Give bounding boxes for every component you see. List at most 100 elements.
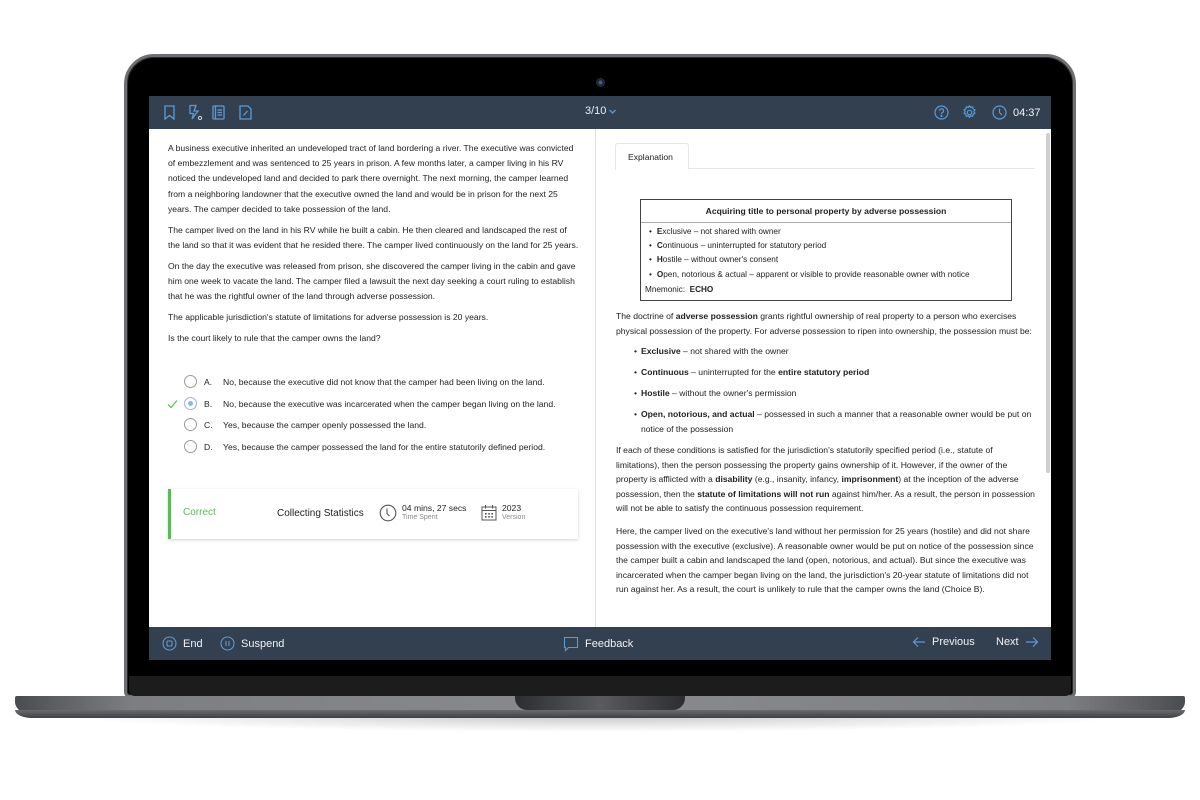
element-desc: – uninterrupted for the bbox=[688, 367, 779, 378]
answer-choice-d[interactable]: D. Yes, because the camper possessed the… bbox=[167, 439, 587, 455]
calendar-icon bbox=[481, 505, 497, 521]
question-counter: 3/10 bbox=[585, 105, 607, 117]
help-icon[interactable] bbox=[933, 104, 950, 121]
feedback-label: Feedback bbox=[585, 638, 634, 650]
radio-button-selected[interactable] bbox=[184, 396, 197, 410]
question-prompt: Is the court likely to rule that the cam… bbox=[168, 332, 381, 343]
bold-text: statute of limitations will not run bbox=[697, 488, 830, 499]
question-panel: A business executive inherited an undeve… bbox=[149, 129, 596, 627]
summary-table: Acquiring title to personal property by … bbox=[640, 199, 1012, 302]
element-term: Open, notorious, and actual bbox=[641, 409, 755, 420]
explanation-panel: Explanation Acquiring title to personal … bbox=[597, 129, 1051, 627]
answer-choice-c[interactable]: C. Yes, because the camper openly posses… bbox=[167, 418, 587, 433]
result-card: Correct Collecting Statistics 04 mins, 2… bbox=[168, 489, 578, 539]
laptop-chin bbox=[129, 676, 1071, 696]
summary-item-text: xclusive – not shared with owner bbox=[662, 226, 781, 236]
laptop-notch bbox=[515, 696, 685, 710]
arrow-left-icon bbox=[912, 637, 925, 647]
choice-text: Yes, because the camper possessed the la… bbox=[223, 441, 546, 452]
choice-letter: C. bbox=[204, 420, 213, 431]
arrow-right-icon bbox=[1025, 637, 1038, 647]
feedback-button[interactable]: Feedback bbox=[563, 636, 633, 652]
end-button[interactable]: End bbox=[162, 636, 203, 651]
summary-title: Acquiring title to personal property by … bbox=[641, 200, 1011, 223]
bold-text: disability bbox=[715, 474, 753, 485]
element-item: Open, notorious, and actual – possessed … bbox=[634, 407, 1038, 436]
notes-icon[interactable] bbox=[237, 104, 254, 121]
element-item: Exclusive – not shared with the owner bbox=[634, 344, 1038, 359]
flashcard-icon[interactable] bbox=[186, 104, 203, 121]
correct-check-icon bbox=[167, 399, 178, 408]
choice-text: No, because the executive was incarcerat… bbox=[223, 398, 556, 409]
suspend-button[interactable]: Suspend bbox=[220, 636, 284, 651]
explanation-tabs: Explanation bbox=[615, 143, 1035, 170]
radio-button[interactable] bbox=[184, 375, 197, 388]
bookmark-icon[interactable] bbox=[161, 104, 178, 121]
question-stem: A business executive inherited an undeve… bbox=[168, 141, 580, 351]
result-status: Correct bbox=[183, 507, 216, 518]
chevron-down-icon bbox=[609, 109, 617, 114]
clock-icon bbox=[379, 504, 397, 521]
choice-letter: D. bbox=[204, 441, 213, 452]
bold-text: adverse possession bbox=[675, 311, 758, 322]
stem-paragraph: The camper lived on the land in his RV w… bbox=[168, 224, 579, 250]
end-label: End bbox=[183, 637, 203, 650]
timer-value: 04:37 bbox=[1013, 106, 1041, 119]
time-spent: 04 mins, 27 secs Time Spent bbox=[379, 503, 466, 522]
radio-button[interactable] bbox=[184, 439, 197, 453]
element-term: Hostile bbox=[641, 388, 670, 399]
element-term: Continuous bbox=[641, 367, 689, 378]
element-emphasis: entire statutory period bbox=[778, 367, 870, 378]
explanation-scrollbar[interactable] bbox=[1046, 133, 1050, 473]
summary-item: Continuous – uninterrupted for statutory… bbox=[649, 239, 1005, 253]
element-desc: – not shared with the owner bbox=[680, 346, 789, 357]
statistics-label: Collecting Statistics bbox=[277, 508, 364, 519]
stop-icon bbox=[162, 636, 177, 651]
notebook-icon[interactable] bbox=[210, 104, 227, 121]
choice-letter: A. bbox=[204, 377, 213, 387]
summary-item: Hostile – without owner's consent bbox=[649, 253, 1005, 267]
question-navigator[interactable]: 3/10 bbox=[585, 105, 617, 117]
summary-list: Exclusive – not shared with owner Contin… bbox=[641, 223, 1011, 283]
settings-gear-icon[interactable] bbox=[961, 104, 978, 121]
element-item: Continuous – uninterrupted for the entir… bbox=[634, 365, 1038, 380]
answer-choice-a[interactable]: A. No, because the executive did not kno… bbox=[167, 375, 587, 390]
answer-choices: A. No, because the executive did not kno… bbox=[167, 375, 587, 461]
time-spent-label: Time Spent bbox=[402, 514, 438, 521]
next-button[interactable]: Next bbox=[996, 636, 1039, 648]
camera-icon bbox=[596, 78, 605, 87]
mnemonic-value: ECHO bbox=[689, 285, 714, 295]
stem-paragraph: A business executive inherited an undeve… bbox=[168, 143, 574, 214]
stem-paragraph: On the day the executive was released fr… bbox=[168, 260, 576, 302]
explanation-paragraph: Here, the camper lived on the executive'… bbox=[616, 525, 1034, 595]
summary-item-text: pen, notorious & actual – apparent or vi… bbox=[663, 269, 970, 279]
radio-button[interactable] bbox=[184, 418, 197, 432]
text: (e.g., insanity, infancy, bbox=[752, 474, 842, 485]
choice-letter: B. bbox=[204, 398, 213, 409]
version-value: 2023 bbox=[502, 503, 522, 513]
time-spent-value: 04 mins, 27 secs bbox=[402, 503, 467, 513]
next-label: Next bbox=[996, 636, 1019, 648]
top-toolbar: 3/10 04:37 bbox=[149, 96, 1051, 129]
bold-text: imprisonment bbox=[841, 474, 899, 485]
previous-button[interactable]: Previous bbox=[912, 636, 975, 648]
version-label: Version bbox=[502, 514, 526, 521]
previous-label: Previous bbox=[932, 636, 975, 648]
screen: 3/10 04:37 A business executive inherite… bbox=[149, 96, 1051, 660]
tab-explanation[interactable]: Explanation bbox=[615, 143, 689, 170]
summary-item-text: ontinuous – uninterrupted for statutory … bbox=[662, 241, 827, 250]
element-item: Hostile – without the owner's permission bbox=[634, 386, 1038, 401]
element-desc: – without the owner's permission bbox=[669, 388, 797, 399]
explanation-intro: The doctrine of adverse possession grant… bbox=[616, 309, 1038, 338]
choice-text: Yes, because the camper openly possessed… bbox=[223, 420, 427, 431]
mnemonic-label: Mnemonic: bbox=[645, 285, 686, 295]
answer-choice-b[interactable]: B. No, because the executive was incarce… bbox=[167, 396, 587, 412]
summary-item-text: ostile – without owner's consent bbox=[662, 255, 779, 265]
stem-paragraph: The applicable jurisdiction's statute of… bbox=[168, 311, 489, 322]
choice-text: No, because the executive did not know t… bbox=[223, 377, 545, 387]
version: 2023 Version bbox=[481, 503, 525, 522]
elements-list: Exclusive – not shared with the owner Co… bbox=[634, 344, 1038, 436]
clock-icon bbox=[992, 105, 1007, 120]
laptop-shadow bbox=[60, 716, 1140, 732]
summary-item: Exclusive – not shared with owner bbox=[649, 225, 1005, 239]
